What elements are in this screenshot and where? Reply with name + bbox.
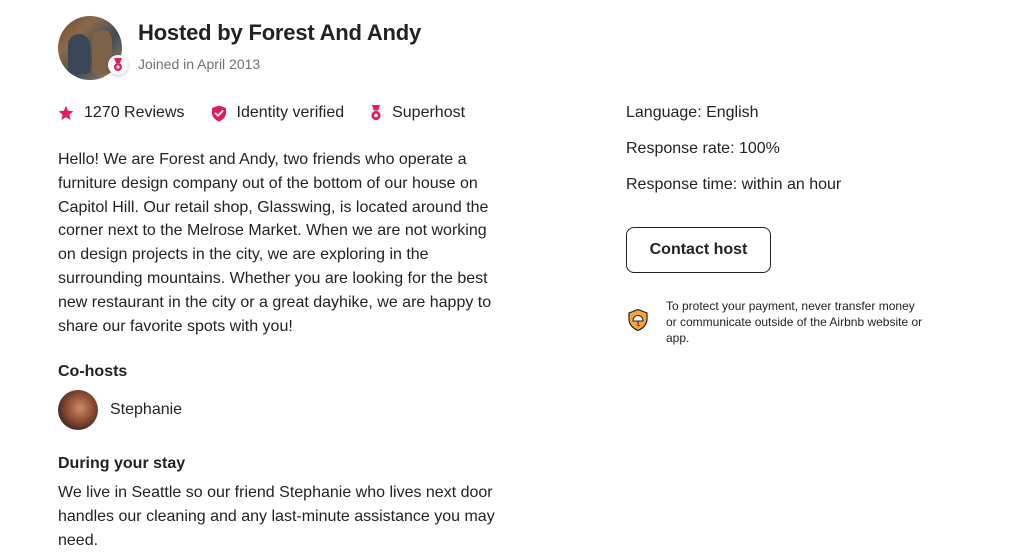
cohosts-title: Co-hosts (58, 363, 128, 380)
star-icon (58, 105, 74, 120)
host-title: Hosted by Forest And Andy (138, 20, 422, 45)
superhost-item: Superhost (370, 104, 465, 122)
host-avatar-figure (68, 34, 90, 74)
joined-date: Joined in April 2013 (138, 56, 261, 72)
during-stay-title: During your stay (58, 455, 186, 472)
reviews-count: 1270 Reviews (84, 104, 185, 121)
umbrella-shield-icon (628, 308, 648, 332)
identity-label: Identity verified (236, 104, 345, 121)
cohost-avatar[interactable] (58, 390, 98, 430)
protection-text: To protect your payment, never transfer … (666, 299, 923, 345)
during-stay-text: We live in Seattle so our friend Stephan… (58, 484, 495, 549)
contact-host-button[interactable]: Contact host (626, 227, 771, 273)
reviews-badge: 1270 Reviews (58, 104, 185, 122)
shield-check-icon (211, 105, 226, 121)
response-rate-info: Response rate: 100% (626, 140, 780, 157)
host-badges: 1270 Reviews Identity verified Superhost (58, 104, 491, 122)
cohost-name[interactable]: Stephanie (110, 401, 182, 419)
superhost-badge-icon (108, 55, 128, 75)
language-info: Language: English (626, 104, 759, 121)
response-time-info: Response time: within an hour (626, 176, 842, 193)
payment-protection-notice: To protect your payment, never transfer … (626, 298, 926, 346)
cohost-item[interactable]: Stephanie (58, 390, 182, 430)
medal-icon (371, 105, 381, 121)
superhost-label: Superhost (392, 104, 466, 121)
identity-badge: Identity verified (211, 104, 345, 122)
host-about-text: Hello! We are Forest and Andy, two frien… (58, 151, 492, 335)
